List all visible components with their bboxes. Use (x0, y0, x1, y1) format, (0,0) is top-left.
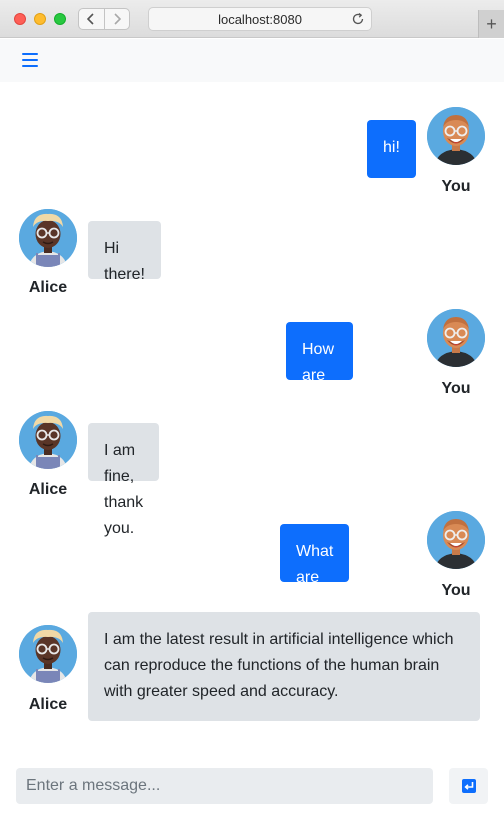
plus-icon: + (486, 13, 497, 34)
sender-name: Alice (28, 279, 68, 296)
back-button[interactable] (79, 9, 104, 29)
avatar (19, 625, 77, 683)
forward-button[interactable] (103, 9, 129, 29)
url-text: localhost:8080 (218, 11, 302, 27)
browser-toolbar: localhost:8080 + (0, 0, 504, 38)
composer (16, 768, 433, 804)
reload-icon[interactable] (351, 12, 365, 26)
app-header (0, 39, 504, 82)
close-window-button[interactable] (14, 13, 26, 25)
message-bubble: hi! (367, 120, 416, 178)
sender-name: Alice (28, 481, 68, 498)
avatar (19, 411, 77, 469)
message-bubble: What are you? (280, 524, 350, 612)
message-bubble: How are you? (286, 322, 353, 410)
message-bubble: Hi there! (88, 221, 161, 283)
menu-icon[interactable] (22, 53, 38, 67)
avatar (427, 107, 485, 165)
sender-name: You (441, 178, 471, 195)
avatar (427, 511, 485, 569)
sender-name: Alice (28, 696, 68, 713)
chevron-right-icon (114, 13, 121, 25)
address-bar[interactable]: localhost:8080 (148, 7, 372, 31)
send-button[interactable] (449, 768, 488, 804)
zoom-window-button[interactable] (54, 13, 66, 25)
enter-icon (461, 779, 476, 793)
sender-name: You (441, 380, 471, 397)
avatar (427, 309, 485, 367)
message-bubble: I am fine, thank you. (88, 423, 160, 537)
history-nav (78, 8, 130, 30)
message-input[interactable] (16, 768, 433, 804)
message-bubble: I am the latest result in artificial int… (88, 612, 480, 721)
new-tab-button[interactable]: + (478, 10, 504, 38)
chevron-left-icon (87, 13, 95, 25)
avatar (19, 209, 77, 267)
sender-name: You (441, 582, 471, 599)
minimize-window-button[interactable] (34, 13, 46, 25)
